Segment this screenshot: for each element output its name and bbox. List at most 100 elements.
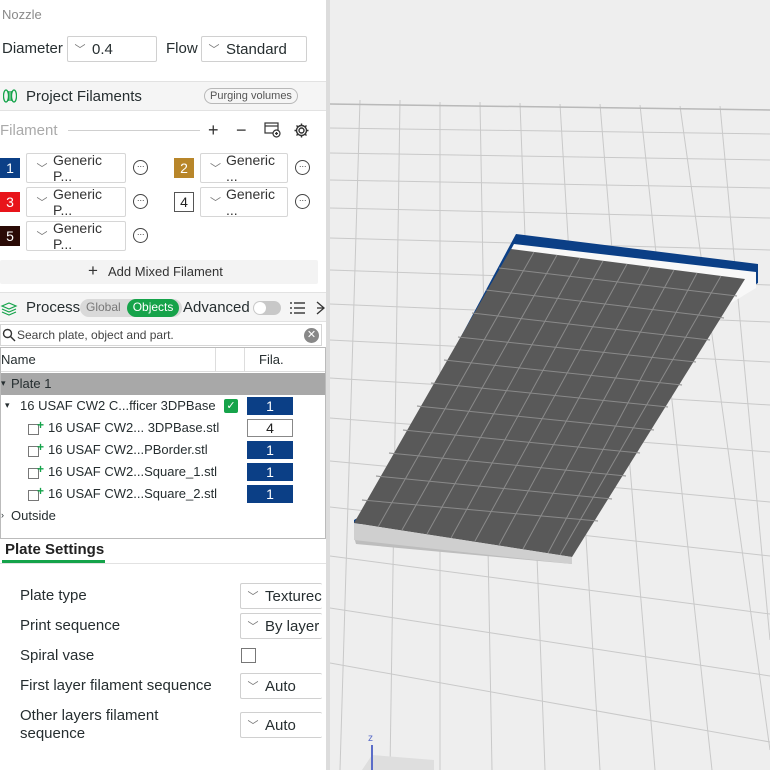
chevron-down-icon: ﹀ (36, 163, 48, 175)
first-layer-label: First layer filament sequence (20, 677, 212, 694)
plate-settings-tab[interactable]: Plate Settings (5, 541, 104, 558)
other-layers-label-2: sequence (20, 725, 86, 742)
tab-objects[interactable]: Objects (126, 299, 180, 317)
purging-volumes-button[interactable]: Purging volumes (204, 88, 298, 104)
gear-icon[interactable] (293, 122, 310, 144)
first-layer-select[interactable]: ﹀ Auto (240, 673, 322, 699)
spool-icon (2, 89, 18, 108)
col-name[interactable]: Name (1, 352, 36, 367)
search-input[interactable]: Search plate, object and part. (17, 328, 174, 342)
tree-row-part[interactable]: + 16 USAF CW2...Square_2.stl 1 (1, 483, 325, 505)
chevron-down-icon: ﹀ (36, 231, 48, 243)
plate-type-select[interactable]: ﹀ Texturec (240, 583, 322, 609)
axis-gizmo: z (362, 733, 434, 770)
filament-2-select[interactable]: ﹀ Generic ... (200, 152, 288, 184)
object-name: 16 USAF CW2 C...fficer 3DPBase (20, 398, 216, 413)
chevron-down-icon: ﹀ (74, 44, 86, 56)
minus-icon[interactable]: − (236, 120, 247, 141)
flow-label: Flow (166, 40, 198, 57)
tree-header: Name Fila. (1, 348, 325, 372)
filament-1-swatch[interactable]: 1 (0, 158, 20, 178)
split-icon[interactable] (316, 300, 326, 321)
filament-1-name: Generic P... (52, 152, 102, 184)
tree-row-object[interactable]: ▾ 16 USAF CW2 C...fficer 3DPBase ✓ 1 (1, 395, 325, 417)
tree-row-part[interactable]: + 16 USAF CW2... 3DPBase.stl 4 (1, 417, 325, 439)
filament-5-name: Generic P... (52, 220, 102, 252)
advanced-label: Advanced (183, 299, 250, 316)
more-icon[interactable]: ··· (295, 160, 310, 175)
3d-viewport[interactable]: z (330, 0, 770, 770)
object-fila[interactable]: 1 (247, 397, 293, 415)
first-layer-value: Auto (265, 677, 296, 695)
add-mixed-filament-label: Add Mixed Filament (108, 264, 223, 279)
diameter-value: 0.4 (92, 40, 113, 58)
filament-4-name: Generic ... (226, 186, 276, 218)
plus-icon[interactable]: + (208, 120, 219, 141)
tree-row-part[interactable]: + 16 USAF CW2...Square_1.stl 1 (1, 461, 325, 483)
chevron-down-icon: ﹀ (247, 720, 259, 732)
part-icon: + (28, 484, 44, 501)
print-sequence-select[interactable]: ﹀ By layer (240, 613, 322, 639)
check-icon[interactable]: ✓ (224, 399, 238, 413)
chevron-down-icon: ﹀ (247, 591, 259, 603)
filament-4-swatch[interactable]: 4 (174, 192, 194, 212)
filament-5-select[interactable]: ﹀ Generic P... (26, 220, 126, 252)
part-name: 16 USAF CW2... 3DPBase.stl (48, 420, 220, 435)
more-icon[interactable]: ··· (133, 160, 148, 175)
tree-row-part[interactable]: + 16 USAF CW2...PBorder.stl 1 (1, 439, 325, 461)
process-tab-switch[interactable]: Global Objects (80, 299, 182, 317)
add-mixed-filament-button[interactable]: + Add Mixed Filament (0, 260, 318, 284)
outside-label: Outside (11, 508, 56, 523)
toggle-knob (254, 302, 266, 314)
col-fila[interactable]: Fila. (259, 352, 284, 367)
z-axis-label: z (368, 733, 373, 744)
chevron-down-icon: ﹀ (210, 163, 221, 175)
filament-4-select[interactable]: ﹀ Generic ... (200, 186, 288, 218)
process-title: Process (26, 299, 81, 316)
nozzle-title: Nozzle (2, 7, 42, 22)
collapse-icon[interactable]: ▾ (1, 378, 6, 389)
more-icon[interactable]: ··· (133, 194, 148, 209)
chevron-down-icon: ﹀ (247, 621, 259, 633)
filament-2-name: Generic ... (226, 152, 276, 184)
part-fila[interactable]: 1 (247, 463, 293, 481)
collapse-icon[interactable]: ▾ (5, 400, 10, 411)
part-fila[interactable]: 1 (247, 441, 293, 459)
more-icon[interactable]: ··· (133, 228, 148, 243)
spiral-vase-label: Spiral vase (20, 647, 95, 664)
other-layers-select[interactable]: ﹀ Auto (240, 712, 322, 738)
advanced-toggle[interactable] (253, 301, 281, 315)
other-layers-label-1: Other layers filament (20, 707, 159, 724)
spiral-vase-checkbox[interactable] (241, 648, 256, 663)
more-icon[interactable]: ··· (295, 194, 310, 209)
part-icon: + (28, 462, 44, 479)
project-filaments-header: Project Filaments Purging volumes (0, 81, 326, 111)
filament-2-swatch[interactable]: 2 (174, 158, 194, 178)
print-sequence-label: Print sequence (20, 617, 121, 634)
search-icon (2, 328, 16, 347)
left-panel: Nozzle Diameter ﹀ 0.4 Flow ﹀ Standard Pr… (0, 0, 326, 770)
tab-global[interactable]: Global (80, 299, 127, 317)
chevron-down-icon: ﹀ (247, 681, 259, 693)
filament-3-select[interactable]: ﹀ Generic P... (26, 186, 126, 218)
expand-icon[interactable]: › (1, 510, 4, 520)
model-3dpbase (354, 234, 758, 564)
plus-icon: + (88, 261, 98, 280)
search-box[interactable]: Search plate, object and part. ✕ (0, 324, 322, 346)
part-fila[interactable]: 4 (247, 419, 293, 437)
filament-header-label: Filament (0, 122, 58, 139)
filament-sync-icon[interactable] (264, 122, 282, 143)
diameter-select[interactable]: ﹀ 0.4 (67, 36, 157, 62)
tree-row-outside[interactable]: › Outside (1, 505, 325, 527)
tree-row-plate[interactable]: ▾ Plate 1 (1, 373, 325, 395)
clear-icon[interactable]: ✕ (304, 328, 319, 343)
build-plate-canvas[interactable]: z (330, 0, 770, 770)
part-fila[interactable]: 1 (247, 485, 293, 503)
chevron-down-icon: ﹀ (36, 197, 48, 209)
filament-1-select[interactable]: ﹀ Generic P... (26, 152, 126, 184)
filament-3-swatch[interactable]: 3 (0, 192, 20, 212)
list-icon[interactable] (290, 301, 305, 320)
filament-3-name: Generic P... (52, 186, 102, 218)
flow-select[interactable]: ﹀ Standard (201, 36, 307, 62)
filament-5-swatch[interactable]: 5 (0, 226, 20, 246)
